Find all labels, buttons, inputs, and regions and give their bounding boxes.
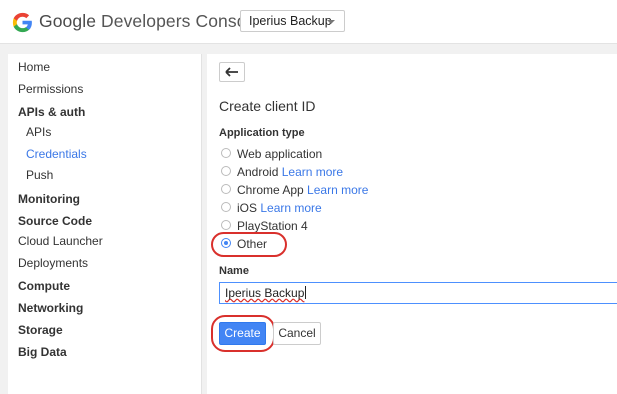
sidebar-item-compute[interactable]: Compute [18, 279, 70, 293]
chrome-app-learn-more-link[interactable]: Learn more [307, 183, 368, 197]
cancel-button[interactable]: Cancel [273, 322, 321, 345]
radio-playstation-4[interactable] [221, 220, 231, 230]
sidebar-item-credentials[interactable]: Credentials [26, 147, 87, 161]
sidebar-item-networking[interactable]: Networking [18, 301, 83, 315]
console-brand: Google Developers Console [39, 11, 260, 32]
option-label: Chrome App [237, 183, 304, 197]
option-android[interactable]: Android Learn more [237, 165, 343, 179]
sidebar-item-storage[interactable]: Storage [18, 323, 63, 337]
brand-console-text: Developers Console [101, 11, 261, 31]
top-bar: Google Developers Console Iperius Backup [0, 0, 617, 44]
main-panel: Create client ID Application type Web ap… [207, 54, 617, 394]
sidebar-item-source-code[interactable]: Source Code [18, 214, 92, 228]
radio-web-application[interactable] [221, 148, 231, 158]
back-button[interactable] [219, 62, 245, 82]
option-web-application[interactable]: Web application [237, 147, 322, 161]
option-chrome-app[interactable]: Chrome App Learn more [237, 183, 368, 197]
name-label: Name [219, 265, 249, 277]
option-label: Android [237, 165, 279, 179]
android-learn-more-link[interactable]: Learn more [282, 165, 343, 179]
radio-chrome-app[interactable] [221, 184, 231, 194]
sidebar: Home Permissions APIs & auth APIs Creden… [8, 54, 202, 394]
create-button[interactable]: Create [219, 322, 266, 345]
text-cursor [305, 286, 307, 299]
option-label: Web application [237, 147, 323, 161]
name-input-value: Iperius Backup [225, 286, 305, 300]
option-playstation-4[interactable]: PlayStation 4 [237, 219, 308, 233]
application-type-label: Application type [219, 127, 305, 139]
back-arrow-icon [225, 67, 238, 77]
radio-ios[interactable] [221, 202, 231, 212]
sidebar-item-apis-auth[interactable]: APIs & auth [18, 105, 85, 119]
sidebar-item-deployments[interactable]: Deployments [18, 256, 88, 270]
sidebar-item-apis[interactable]: APIs [26, 125, 51, 139]
option-label: PlayStation 4 [237, 219, 308, 233]
option-ios[interactable]: iOS Learn more [237, 201, 322, 215]
google-logo-icon [12, 12, 32, 33]
radio-android[interactable] [221, 166, 231, 176]
sidebar-item-permissions[interactable]: Permissions [18, 82, 83, 96]
project-selector[interactable]: Iperius Backup [240, 10, 345, 32]
highlight-ring-other [211, 232, 287, 257]
sidebar-item-cloud-launcher[interactable]: Cloud Launcher [18, 234, 103, 248]
page-title: Create client ID [219, 98, 316, 114]
option-label: iOS [237, 201, 258, 215]
sidebar-item-monitoring[interactable]: Monitoring [18, 192, 80, 206]
brand-google-text: Google [39, 11, 97, 31]
name-input[interactable]: Iperius Backup [219, 282, 617, 304]
ios-learn-more-link[interactable]: Learn more [260, 201, 321, 215]
sidebar-item-big-data[interactable]: Big Data [18, 345, 67, 359]
project-name: Iperius Backup [249, 14, 332, 28]
sidebar-item-push[interactable]: Push [26, 168, 53, 182]
chevron-down-icon [327, 20, 335, 24]
sidebar-item-home[interactable]: Home [18, 60, 50, 74]
